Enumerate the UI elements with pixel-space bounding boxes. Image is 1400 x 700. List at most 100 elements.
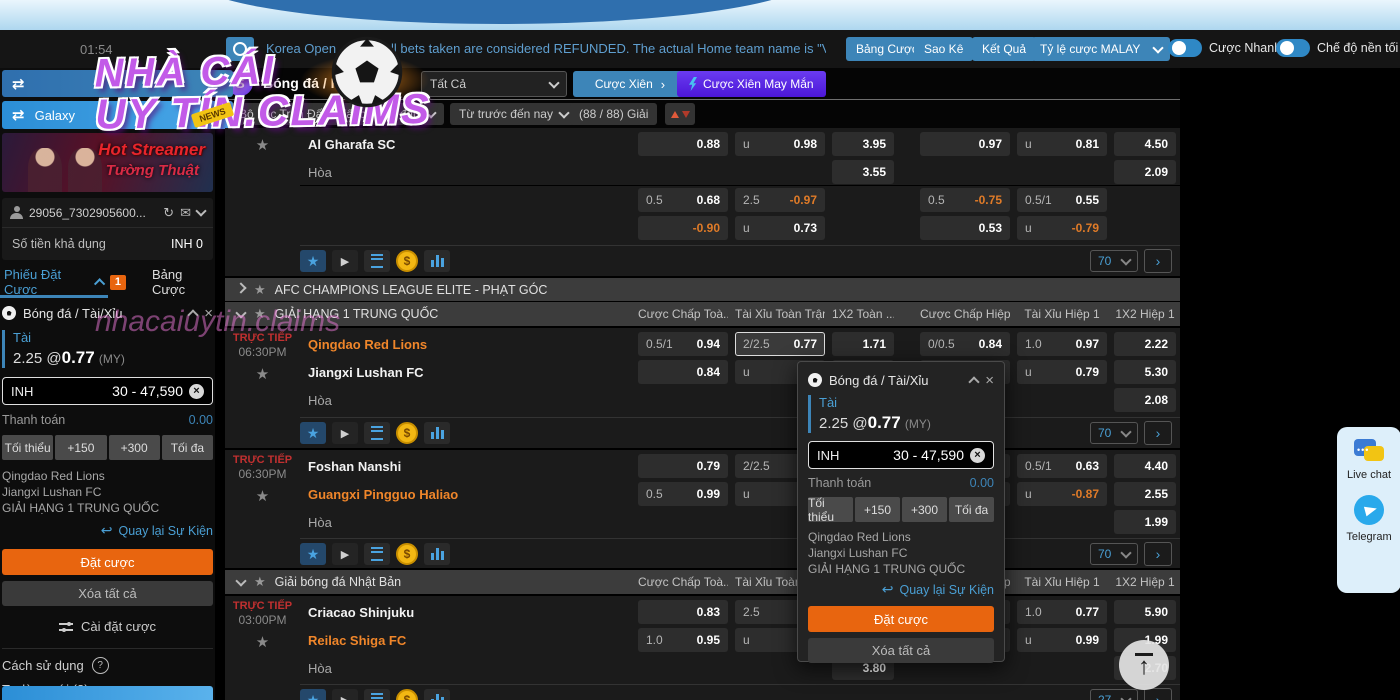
odds-cell[interactable]: 4.50 bbox=[1114, 132, 1176, 156]
parlay-button[interactable]: Cược Xiên› bbox=[573, 71, 687, 97]
collapse-icon[interactable] bbox=[969, 376, 980, 387]
promo-banner[interactable]: Hot Streamer Tường Thuật bbox=[2, 133, 213, 192]
odds-cell[interactable]: 2.22 bbox=[1114, 332, 1176, 356]
odds-cell[interactable]: 0.50.68 bbox=[638, 188, 728, 212]
odds-cell[interactable]: 2/2.50.77 bbox=[735, 332, 825, 356]
odds-cell[interactable]: 3.55 bbox=[832, 160, 894, 184]
favorite-star-icon[interactable]: ★ bbox=[225, 633, 300, 651]
max-stake-button[interactable]: Tối đa bbox=[949, 497, 994, 522]
odds-cell[interactable]: 4.40 bbox=[1114, 454, 1176, 478]
odds-cell[interactable]: u0.98 bbox=[735, 132, 825, 156]
odds-cell[interactable]: 0/0.50.84 bbox=[920, 332, 1010, 356]
odds-cell[interactable]: 3.95 bbox=[832, 132, 894, 156]
odds-cell[interactable]: u-0.87 bbox=[1017, 482, 1107, 506]
plus300-button[interactable]: +300 bbox=[902, 497, 947, 522]
statistics-icon[interactable] bbox=[424, 689, 450, 700]
quick-bet-toggle[interactable]: Cược Nhanh bbox=[1168, 39, 1281, 57]
statistics-icon[interactable] bbox=[424, 543, 450, 565]
league-header-japan[interactable]: ★ Giải bóng đá Nhật Bản Cược Chấp Toà...… bbox=[225, 570, 1180, 594]
play-stream-icon[interactable]: ▶ bbox=[332, 250, 358, 272]
clear-stake-icon[interactable]: × bbox=[189, 384, 204, 399]
cashout-coin-icon[interactable]: $ bbox=[396, 543, 418, 565]
back-to-event-link[interactable]: ↩Quay lại Sự Kiện bbox=[808, 581, 994, 598]
next-markets-button[interactable]: › bbox=[1144, 688, 1172, 700]
market-count-dropdown[interactable]: 70 bbox=[1090, 250, 1138, 272]
all-matches-dropdown[interactable]: Tất cả trận đấu bbox=[330, 103, 444, 125]
place-bet-button[interactable]: Đặt cược bbox=[808, 606, 994, 632]
market-count-dropdown[interactable]: 70 bbox=[1090, 543, 1138, 565]
clear-stake-icon[interactable]: × bbox=[970, 448, 985, 463]
odds-cell[interactable]: -0.90 bbox=[638, 216, 728, 240]
odds-cell[interactable]: 0.5/10.55 bbox=[1017, 188, 1107, 212]
odds-cell[interactable]: u0.73 bbox=[735, 216, 825, 240]
dark-mode-toggle[interactable]: Chế độ nền tối bbox=[1276, 39, 1398, 57]
statistics-icon[interactable] bbox=[424, 422, 450, 444]
odds-cell[interactable]: 1.71 bbox=[832, 332, 894, 356]
markets-list-icon[interactable] bbox=[364, 250, 390, 272]
odds-cell[interactable]: 0.83 bbox=[638, 600, 728, 624]
odds-type-dropdown[interactable]: Tỷ lệ cược MALAY bbox=[1032, 37, 1170, 61]
plus150-button[interactable]: +150 bbox=[55, 435, 106, 460]
tab-betslip[interactable]: Phiếu Đặt Cược 1 bbox=[0, 267, 126, 297]
time-range-dropdown[interactable]: Từ trước đến nay bbox=[450, 103, 577, 125]
odds-cell[interactable]: 5.30 bbox=[1114, 360, 1176, 384]
odds-cell[interactable]: 0.50.99 bbox=[638, 482, 728, 506]
telegram-icon[interactable] bbox=[1354, 495, 1384, 525]
odds-cell[interactable]: 0.84 bbox=[638, 360, 728, 384]
odds-cell[interactable]: 0.5/10.63 bbox=[1017, 454, 1107, 478]
market-count-dropdown[interactable]: 70 bbox=[1090, 422, 1138, 444]
min-stake-button[interactable]: Tối thiểu bbox=[2, 435, 53, 460]
odds-cell[interactable]: 0.79 bbox=[638, 454, 728, 478]
odds-cell[interactable]: 2.5-0.97 bbox=[735, 188, 825, 212]
lucky-parlay-button[interactable]: Cược Xiên May Mắn bbox=[677, 71, 826, 97]
next-markets-button[interactable]: › bbox=[1144, 249, 1172, 273]
back-to-event-link[interactable]: ↩Quay lại Sự Kiện bbox=[2, 522, 213, 539]
odds-cell[interactable]: 2.09 bbox=[1114, 160, 1176, 184]
odds-cell[interactable]: 1.00.95 bbox=[638, 628, 728, 652]
next-markets-button[interactable]: › bbox=[1144, 542, 1172, 566]
league-star-icon[interactable]: ★ bbox=[254, 282, 266, 298]
close-icon[interactable]: × bbox=[985, 372, 994, 389]
cashout-coin-icon[interactable]: $ bbox=[396, 250, 418, 272]
league-header-china[interactable]: ★ GIẢI HẠNG 1 TRUNG QUỐC Cược Chấp Toà..… bbox=[225, 302, 1180, 326]
market-filter-dropdown[interactable]: Tất Cả bbox=[421, 71, 567, 97]
bet-settings-button[interactable]: Cài đặt cược bbox=[2, 619, 213, 649]
league-count-button[interactable]: (88 / 88) Giải bbox=[570, 103, 657, 125]
odds-cell[interactable]: 2.55 bbox=[1114, 482, 1176, 506]
odds-cell[interactable]: 1.00.97 bbox=[1017, 332, 1107, 356]
statistics-icon[interactable] bbox=[424, 250, 450, 272]
usage-help-link[interactable]: Cách sử dụng ? bbox=[2, 657, 213, 674]
clear-all-button[interactable]: Xóa tất cả bbox=[808, 638, 994, 663]
odds-cell[interactable]: 0.97 bbox=[920, 132, 1010, 156]
odds-cell[interactable]: u-0.79 bbox=[1017, 216, 1107, 240]
league-star-icon[interactable]: ★ bbox=[254, 574, 266, 590]
favorite-star-icon[interactable]: ★ bbox=[300, 250, 326, 272]
sidebar-exchange-button[interactable]: ⇄ bbox=[2, 70, 233, 97]
max-stake-button[interactable]: Tối đa bbox=[162, 435, 213, 460]
plus150-button[interactable]: +150 bbox=[855, 497, 900, 522]
league-star-icon[interactable]: ★ bbox=[254, 306, 266, 322]
plus300-button[interactable]: +300 bbox=[109, 435, 160, 460]
favorite-star-icon[interactable]: ★ bbox=[225, 136, 300, 154]
odds-cell[interactable]: u0.99 bbox=[1017, 628, 1107, 652]
markets-list-icon[interactable] bbox=[364, 422, 390, 444]
odds-cell[interactable]: u0.81 bbox=[1017, 132, 1107, 156]
tab-statement[interactable]: Bảng Cược bbox=[152, 267, 215, 297]
play-stream-icon[interactable]: ▶ bbox=[332, 422, 358, 444]
odds-cell[interactable]: 5.90 bbox=[1114, 600, 1176, 624]
mail-icon[interactable]: ✉ bbox=[180, 205, 191, 221]
live-chat-icon[interactable]: ••• bbox=[1354, 439, 1384, 463]
cashout-coin-icon[interactable]: $ bbox=[396, 422, 418, 444]
collapse-icon[interactable] bbox=[188, 309, 199, 320]
scroll-to-top-button[interactable]: ↑ bbox=[1119, 640, 1169, 690]
odds-cell[interactable]: 0.88 bbox=[638, 132, 728, 156]
chevron-down-icon[interactable] bbox=[195, 205, 206, 216]
sort-button[interactable] bbox=[665, 103, 695, 125]
favorite-star-icon[interactable]: ★ bbox=[300, 422, 326, 444]
search-button[interactable] bbox=[226, 37, 254, 61]
league-header-afc[interactable]: ★ AFC CHAMPIONS LEAGUE ELITE - PHẠT GÓC bbox=[225, 278, 1180, 301]
sidebar-galaxy-button[interactable]: ⇄Galaxy bbox=[2, 101, 233, 129]
next-markets-button[interactable]: › bbox=[1144, 421, 1172, 445]
favorite-star-icon[interactable]: ★ bbox=[225, 487, 300, 505]
stake-input[interactable]: INH 30 - 47,590 × bbox=[808, 441, 994, 469]
